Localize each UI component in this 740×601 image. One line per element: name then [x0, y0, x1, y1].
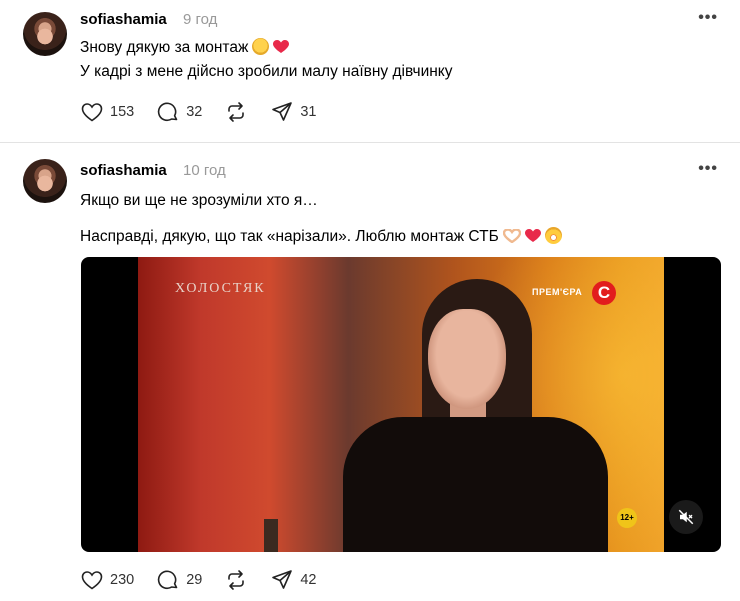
heart-outline-icon	[81, 571, 103, 590]
post-text: Насправді, дякую, що так «нарізали». Люб…	[80, 228, 499, 245]
share-count: 42	[300, 572, 317, 588]
mute-button[interactable]	[669, 500, 703, 534]
username[interactable]: sofiashamia	[80, 11, 167, 28]
comment-bubble-icon	[158, 570, 178, 590]
post-text-line-1: Знову дякую за монтаж	[80, 38, 290, 57]
send-paper-plane-icon	[272, 570, 293, 589]
post-text-line-2: Насправді, дякую, що так «нарізали». Люб…	[80, 227, 562, 246]
repost-arrows-icon	[228, 102, 245, 122]
post-actions: 153 32 31	[80, 100, 338, 124]
share-button[interactable]: 42	[270, 568, 316, 592]
speaker-muted-icon	[678, 509, 694, 525]
comment-button[interactable]: 32	[156, 100, 202, 124]
post-text-line-2: У кадрі з мене дійсно зробили малу наївн…	[80, 63, 453, 80]
repost-button[interactable]	[224, 568, 248, 592]
share-button[interactable]: 31	[270, 100, 316, 124]
like-button[interactable]: 153	[80, 100, 134, 124]
grinning-face-emoji-icon	[544, 227, 562, 244]
age-rating-badge: 12+	[617, 508, 637, 528]
comment-count: 29	[186, 572, 203, 588]
video-player[interactable]: ХОЛОСТЯК ПРЕМ'ЄРА С 12+	[81, 257, 721, 552]
pink-heart-emoji-icon	[273, 40, 290, 53]
red-heart-emoji-icon	[524, 229, 541, 242]
blushing-face-emoji-icon	[252, 38, 270, 55]
share-count: 31	[300, 104, 317, 120]
repost-button[interactable]	[224, 100, 248, 124]
video-frame	[138, 257, 664, 552]
post-time[interactable]: 10 год	[183, 162, 226, 179]
post-text: Знову дякую за монтаж	[80, 39, 249, 56]
repost-arrows-icon	[228, 570, 245, 590]
heart-outline-icon	[81, 103, 103, 122]
post-text-line-1: Якщо ви ще не зрозуміли хто я…	[80, 192, 318, 209]
post-actions: 230 29 42	[80, 568, 338, 592]
send-paper-plane-icon	[272, 102, 293, 121]
post-1: sofiashamia 9 год ••• Знову дякую за мон…	[0, 0, 740, 142]
like-count: 230	[110, 572, 135, 588]
avatar[interactable]	[23, 12, 67, 56]
comment-bubble-icon	[158, 102, 178, 122]
avatar[interactable]	[23, 159, 67, 203]
more-icon[interactable]: •••	[698, 9, 718, 27]
post-2: sofiashamia 10 год ••• Якщо ви ще не зро…	[0, 145, 740, 601]
channel-logo: С	[592, 281, 616, 305]
premiere-label: ПРЕМ'ЄРА	[532, 287, 583, 297]
comment-button[interactable]: 29	[156, 568, 202, 592]
like-button[interactable]: 230	[80, 568, 134, 592]
comment-count: 32	[186, 104, 203, 120]
show-logo: ХОЛОСТЯК	[175, 281, 266, 296]
username[interactable]: sofiashamia	[80, 162, 167, 179]
heart-hands-emoji-icon	[502, 229, 521, 243]
more-icon[interactable]: •••	[698, 160, 718, 178]
post-time[interactable]: 9 год	[183, 11, 217, 28]
like-count: 153	[110, 104, 135, 120]
post-divider	[0, 142, 740, 143]
